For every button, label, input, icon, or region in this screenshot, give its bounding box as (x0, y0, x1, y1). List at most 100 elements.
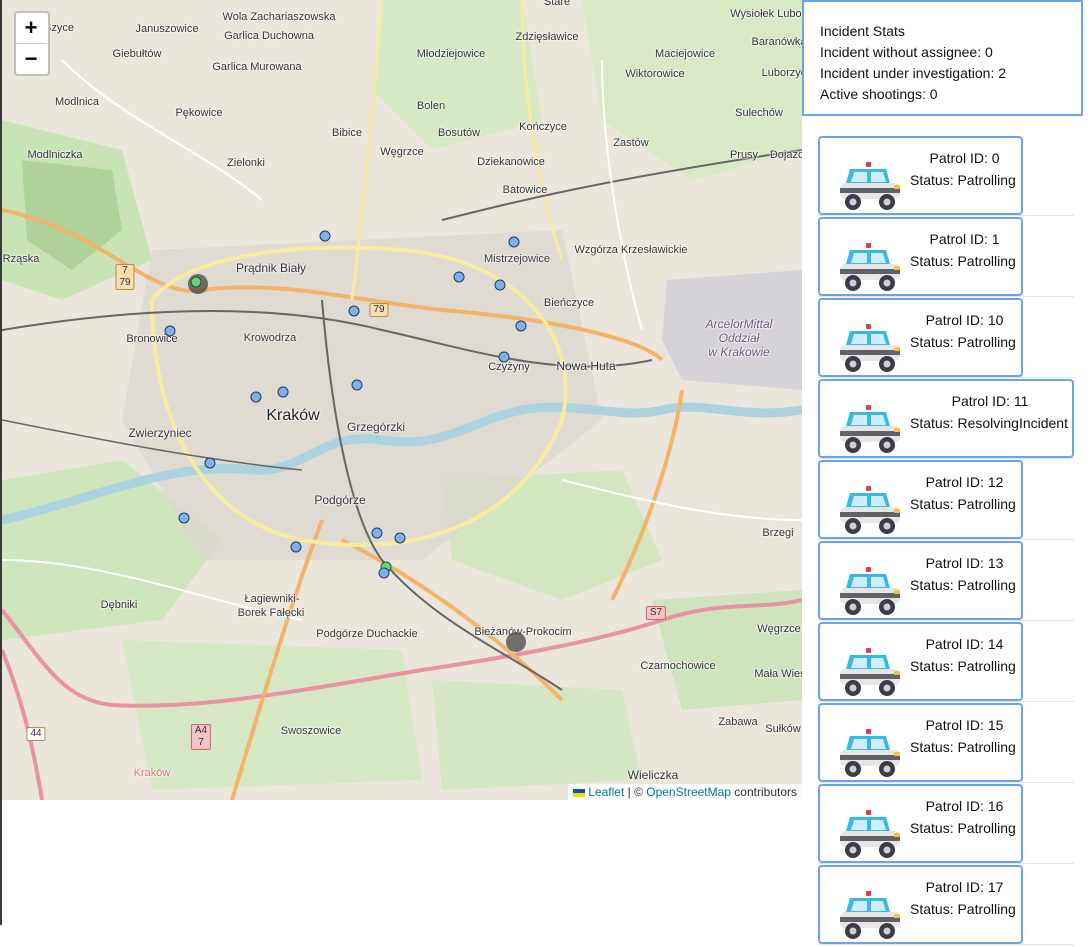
patrol-marker[interactable] (498, 351, 510, 363)
place-label: Grzegórzki (346, 420, 406, 434)
place-label: Wola Zachariaszowska (222, 11, 336, 23)
patrol-list-item: Patrol ID: 10 Status: Patrolling (818, 298, 1074, 378)
patrol-id-label: Patrol ID: 14 (925, 636, 1004, 652)
openstreetmap-link[interactable]: OpenStreetMap (646, 785, 731, 799)
police-car-icon (838, 566, 902, 618)
place-label: Stare (543, 0, 571, 8)
patrol-status-label: Status: Patrolling (910, 901, 1016, 917)
patrol-marker[interactable] (204, 457, 216, 469)
patrol-id-label: Patrol ID: 0 (929, 150, 1000, 166)
patrol-marker[interactable] (277, 386, 289, 398)
patrol-list-item: Patrol ID: 12 Status: Patrolling (818, 460, 1074, 540)
patrol-id-label: Patrol ID: 16 (925, 798, 1004, 814)
patrol-list-item: Patrol ID: 0 Status: Patrolling (818, 136, 1074, 216)
patrol-list: Patrol ID: 0 Status: Patrolling Patrol ID… (818, 136, 1074, 946)
patrol-list-item: Patrol ID: 15 Status: Patrolling (818, 703, 1074, 783)
place-label: Rząska (2, 253, 40, 265)
patrol-marker[interactable] (371, 527, 383, 539)
patrol-marker[interactable] (250, 391, 262, 403)
place-label: Kończyce (519, 121, 567, 133)
police-car-icon (838, 242, 902, 294)
zoom-out-button[interactable]: − (16, 43, 46, 74)
patrol-list-item: Patrol ID: 16 Status: Patrolling (818, 784, 1074, 864)
patrol-marker[interactable] (394, 532, 406, 544)
map-view[interactable]: Szyce Januszowice Wola Zachariaszowska G… (2, 0, 802, 800)
place-label: Czyżyny (488, 361, 530, 373)
patrol-marker[interactable] (351, 379, 363, 391)
patrol-marker[interactable] (164, 325, 176, 337)
patrol-card[interactable]: Patrol ID: 15 Status: Patrolling (818, 703, 1023, 782)
patrol-card[interactable]: Patrol ID: 14 Status: Patrolling (818, 622, 1023, 701)
police-car-icon (838, 161, 902, 213)
patrol-card[interactable]: Patrol ID: 11 Status: ResolvingIncident (818, 379, 1074, 458)
patrol-marker[interactable] (290, 541, 302, 553)
patrol-list-item: Patrol ID: 14 Status: Patrolling (818, 622, 1074, 702)
place-label: Borek Fałęcki (237, 607, 305, 619)
patrol-marker[interactable] (319, 230, 331, 242)
police-car-icon (838, 323, 902, 375)
patrol-list-item: Patrol ID: 13 Status: Patrolling (818, 541, 1074, 621)
place-label: Zdzięsławice (515, 31, 579, 43)
road-shield: S7 (645, 606, 667, 620)
patrol-marker[interactable] (494, 279, 506, 291)
zoom-in-button[interactable]: + (16, 13, 46, 43)
place-label: Nowa Huta (556, 359, 616, 373)
patrol-marker[interactable] (178, 512, 190, 524)
place-label: Sulechów (735, 107, 783, 119)
place-label: Dojazdów (769, 149, 802, 161)
leaflet-link[interactable]: Leaflet (588, 785, 624, 799)
incident-marker[interactable] (190, 276, 202, 288)
place-label: Wiktorowice (625, 68, 685, 80)
place-label: Zastów (613, 137, 649, 149)
patrol-status-label: Status: Patrolling (910, 658, 1016, 674)
place-label: Mistrzejowice (483, 253, 551, 265)
patrol-id-label: Patrol ID: 15 (925, 717, 1004, 733)
patrol-card[interactable]: Patrol ID: 10 Status: Patrolling (818, 298, 1023, 377)
patrol-card[interactable]: Patrol ID: 12 Status: Patrolling (818, 460, 1023, 539)
place-label: Bosutów (437, 127, 481, 139)
patrol-id-label: Patrol ID: 11 (951, 393, 1029, 409)
patrol-marker[interactable] (348, 305, 360, 317)
place-label: Prądnik Biały (235, 261, 307, 275)
place-label: Zwierzyniec (128, 426, 192, 440)
patrol-card[interactable]: Patrol ID: 13 Status: Patrolling (818, 541, 1023, 620)
patrol-list-item: Patrol ID: 11 Status: ResolvingIncident (818, 379, 1074, 459)
stat-active-shootings: Active shootings: 0 (820, 86, 938, 102)
police-car-icon (838, 485, 902, 537)
place-label: Kraków (266, 407, 320, 424)
incident-area-circle[interactable] (506, 632, 526, 652)
place-label: Wysiołek Luborzycki (730, 8, 802, 20)
road-shield: 7 79 (115, 264, 135, 290)
patrol-marker[interactable] (515, 320, 527, 332)
patrol-card[interactable]: Patrol ID: 1 Status: Patrolling (818, 217, 1023, 296)
place-label: Garlica Duchowna (224, 30, 314, 42)
patrol-marker[interactable] (453, 271, 465, 283)
patrol-list-item: Patrol ID: 17 Status: Patrolling (818, 865, 1074, 945)
steelworks-label: ArcelorMittal Oddział w Krakowie (705, 317, 773, 359)
place-label: Kraków (133, 767, 171, 779)
place-label: Dziekanowice (477, 156, 545, 168)
road-shield: A4 7 (190, 724, 212, 750)
patrol-id-label: Patrol ID: 10 (925, 312, 1004, 328)
place-label: Krowodrza (243, 332, 297, 344)
place-label: Prusy (729, 149, 759, 161)
place-label: Giebułtów (112, 48, 162, 60)
patrol-id-label: Patrol ID: 12 (925, 474, 1004, 490)
stats-title: Incident Stats (820, 23, 905, 39)
place-label: Wzgórza Krzesławickie (574, 244, 688, 256)
place-label: Batowice (502, 184, 548, 196)
patrol-card[interactable]: Patrol ID: 17 Status: Patrolling (818, 865, 1023, 944)
ukraine-flag-icon (573, 788, 586, 797)
patrol-card[interactable]: Patrol ID: 0 Status: Patrolling (818, 136, 1023, 215)
place-label: Januszowice (135, 23, 199, 35)
patrol-status-label: Status: Patrolling (910, 820, 1016, 836)
place-label: Brzegi (762, 527, 794, 539)
patrol-id-label: Patrol ID: 17 (925, 879, 1004, 895)
patrol-marker[interactable] (378, 567, 390, 579)
place-label: Bolen (416, 100, 446, 112)
police-car-icon (838, 890, 902, 942)
place-label: Podgórze Duchackie (316, 628, 418, 640)
place-label: Zabawa (718, 716, 758, 728)
patrol-card[interactable]: Patrol ID: 16 Status: Patrolling (818, 784, 1023, 863)
patrol-marker[interactable] (508, 236, 520, 248)
